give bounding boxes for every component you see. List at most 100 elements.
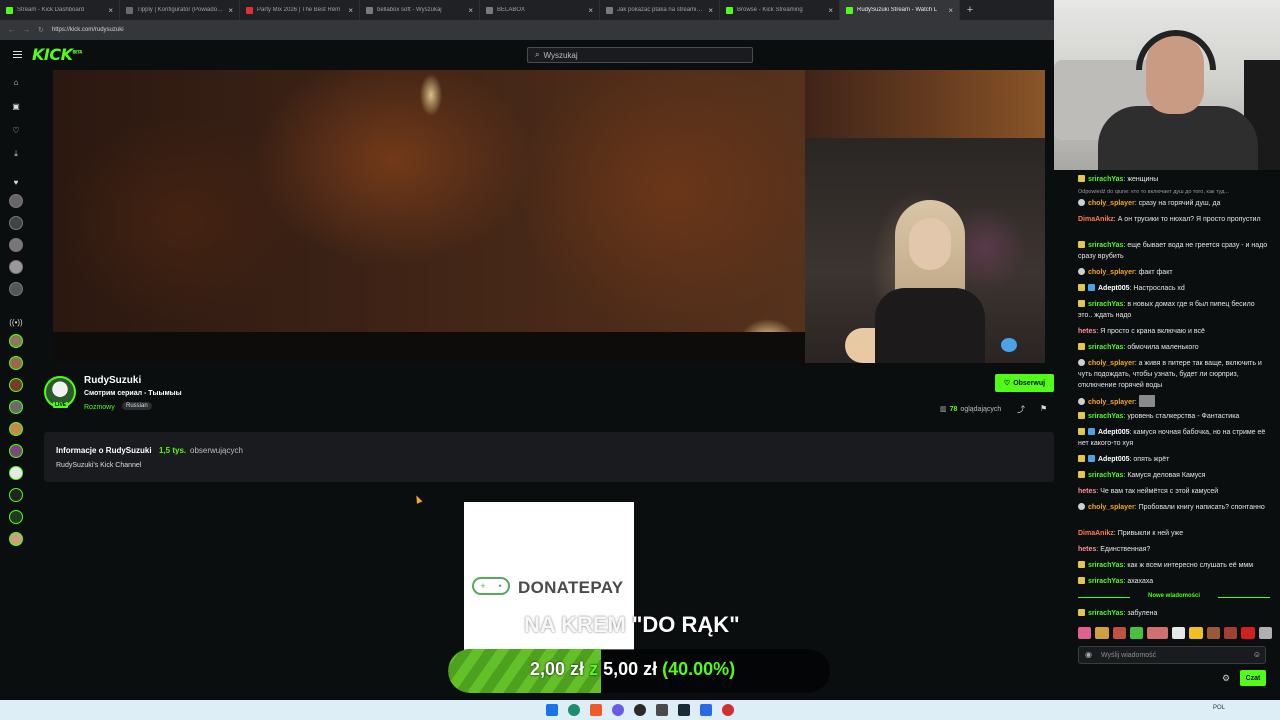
app-icon[interactable] xyxy=(656,704,668,716)
emote[interactable] xyxy=(1258,627,1273,639)
send-chat-button[interactable]: Czat xyxy=(1240,670,1266,686)
emote[interactable] xyxy=(1129,627,1144,639)
reload-icon[interactable]: ↻ xyxy=(38,26,44,34)
browser-tab[interactable]: bellabox soft - Wyszukaj × xyxy=(360,0,480,20)
browser-tab[interactable]: Jak pokazać ptaka na streamie - G × xyxy=(600,0,720,20)
steam-icon[interactable] xyxy=(678,704,690,716)
new-tab-button[interactable]: + xyxy=(960,0,980,20)
close-icon[interactable]: × xyxy=(588,6,593,15)
obs-icon[interactable] xyxy=(634,704,646,716)
back-icon[interactable]: ← xyxy=(8,27,15,34)
avatar[interactable] xyxy=(9,444,23,458)
settings-gear-icon[interactable]: ⚙ xyxy=(1222,673,1230,684)
emote[interactable] xyxy=(1078,627,1092,639)
avatar[interactable] xyxy=(9,400,23,414)
close-icon[interactable]: × xyxy=(708,6,713,15)
chat-message: srirachYas: обмочила маленького xyxy=(1078,342,1270,353)
avatar[interactable] xyxy=(9,282,23,296)
tab-label: RudySuzuki Stream - Watch L xyxy=(857,7,938,13)
browser-tab[interactable]: Tipply | Konfigurator (Powiadomie × xyxy=(120,0,240,20)
tab-label: Tipply | Konfigurator (Powiadomie xyxy=(137,7,225,13)
object-shape xyxy=(1001,338,1017,352)
chat-message: DimaAnikz: А он трусики то нюхал? Я прос… xyxy=(1078,216,1261,223)
mouse-cursor xyxy=(413,494,423,504)
channel-name[interactable]: RudySuzuki xyxy=(84,375,141,386)
browser-tab[interactable]: Browse - Kick Streaming × xyxy=(720,0,840,20)
follow-label: Obserwuj xyxy=(1013,379,1046,387)
avatar[interactable] xyxy=(9,532,23,546)
goal-separator: z xyxy=(589,659,599,679)
followers-label: obserwujących xyxy=(190,446,243,455)
edge-icon[interactable] xyxy=(568,704,580,716)
avatar[interactable] xyxy=(9,216,23,230)
avatar[interactable] xyxy=(9,356,23,370)
heart-icon[interactable]: ♥ xyxy=(10,176,22,188)
close-icon[interactable]: × xyxy=(348,6,353,15)
new-messages-divider[interactable]: Nowe wiadomości xyxy=(1078,593,1270,599)
follow-button[interactable]: ♡ Obserwuj xyxy=(995,374,1054,392)
emote[interactable] xyxy=(1095,627,1109,639)
search-input[interactable]: ⌕ Wyszukaj xyxy=(527,47,753,63)
stream-title: Смотрим сериал - Тыымыы xyxy=(84,390,182,397)
avatar[interactable] xyxy=(9,238,23,252)
emote[interactable] xyxy=(1206,627,1221,639)
close-icon[interactable]: × xyxy=(228,6,233,15)
avatar[interactable] xyxy=(9,422,23,436)
emote-image xyxy=(1138,395,1155,407)
close-icon[interactable]: × xyxy=(948,6,953,15)
video-player[interactable] xyxy=(53,70,1045,363)
tab-label: Stream - Kick Dashboard xyxy=(17,7,85,13)
app-icon[interactable] xyxy=(612,704,624,716)
avatar[interactable] xyxy=(9,488,23,502)
browser-tab-bar: Stream - Kick Dashboard × Tipply | Konfig… xyxy=(0,0,1054,20)
language-tag[interactable]: Russian xyxy=(122,402,152,410)
report-icon[interactable]: ⚑ xyxy=(1040,404,1047,413)
chat-message: hetes: Я просто с крана включаю и всё xyxy=(1078,328,1205,335)
language-indicator[interactable]: POL xyxy=(1213,705,1225,711)
following-icon[interactable]: ♡ xyxy=(10,124,22,136)
avatar[interactable] xyxy=(9,378,23,392)
kick-logo[interactable]: KICKBETA xyxy=(32,45,82,64)
emote[interactable] xyxy=(1172,627,1186,639)
download-icon[interactable]: ⤓ xyxy=(10,148,22,160)
category-link[interactable]: Rozmowy xyxy=(84,404,115,411)
chat-panel: srirachYas: женщины Odpowiedź do qiune: … xyxy=(1070,170,1280,700)
brave-icon[interactable] xyxy=(590,704,602,716)
avatar[interactable] xyxy=(9,260,23,274)
chat-mode-icon[interactable]: ◉ xyxy=(1085,650,1092,659)
emote[interactable] xyxy=(1189,627,1203,639)
emote[interactable] xyxy=(1147,627,1169,639)
url-field[interactable]: https://kick.com/rudysuzuki xyxy=(52,27,124,33)
logo-badge: BETA xyxy=(72,49,83,55)
chat-message: srirachYas: уровень сталкерства - Фантас… xyxy=(1078,411,1270,422)
chat-input[interactable]: ◉ Wyślij wiadomość ☺ xyxy=(1078,646,1266,664)
browse-icon[interactable]: ▣ xyxy=(10,100,22,112)
avatar[interactable] xyxy=(9,194,23,208)
search-favicon-icon xyxy=(366,6,373,14)
emote[interactable] xyxy=(1241,627,1255,639)
emoji-icon[interactable]: ☺ xyxy=(1253,650,1261,659)
forward-icon[interactable]: → xyxy=(23,27,30,34)
close-icon[interactable]: × xyxy=(828,6,833,15)
chat-message: choly_splayer: Пробовали книгу написать?… xyxy=(1078,502,1270,513)
browser-tab[interactable]: BELABOX × xyxy=(480,0,600,20)
close-icon[interactable]: × xyxy=(468,6,473,15)
chat-message: Adept005: опять жрёт xyxy=(1078,454,1270,465)
browser-tab-active[interactable]: RudySuzuki Stream - Watch L × xyxy=(840,0,960,20)
browser-tab[interactable]: Party Mix 2026 | The Best Rem × xyxy=(240,0,360,20)
tab-label: Jak pokazać ptaka na streamie - G xyxy=(617,7,705,13)
avatar[interactable] xyxy=(9,334,23,348)
avatar[interactable] xyxy=(9,466,23,480)
avatar[interactable] xyxy=(9,510,23,524)
browser-tab[interactable]: Stream - Kick Dashboard × xyxy=(0,0,120,20)
app-icon[interactable] xyxy=(700,704,712,716)
start-icon[interactable] xyxy=(546,704,558,716)
app-icon[interactable] xyxy=(722,704,734,716)
share-icon[interactable]: ⤴ xyxy=(1017,404,1025,415)
home-icon[interactable]: ⌂ xyxy=(10,76,22,88)
emote[interactable] xyxy=(1112,627,1126,639)
favicon-icon xyxy=(606,6,613,14)
close-icon[interactable]: × xyxy=(108,6,113,15)
menu-icon[interactable] xyxy=(13,51,22,58)
emote[interactable] xyxy=(1224,627,1238,639)
